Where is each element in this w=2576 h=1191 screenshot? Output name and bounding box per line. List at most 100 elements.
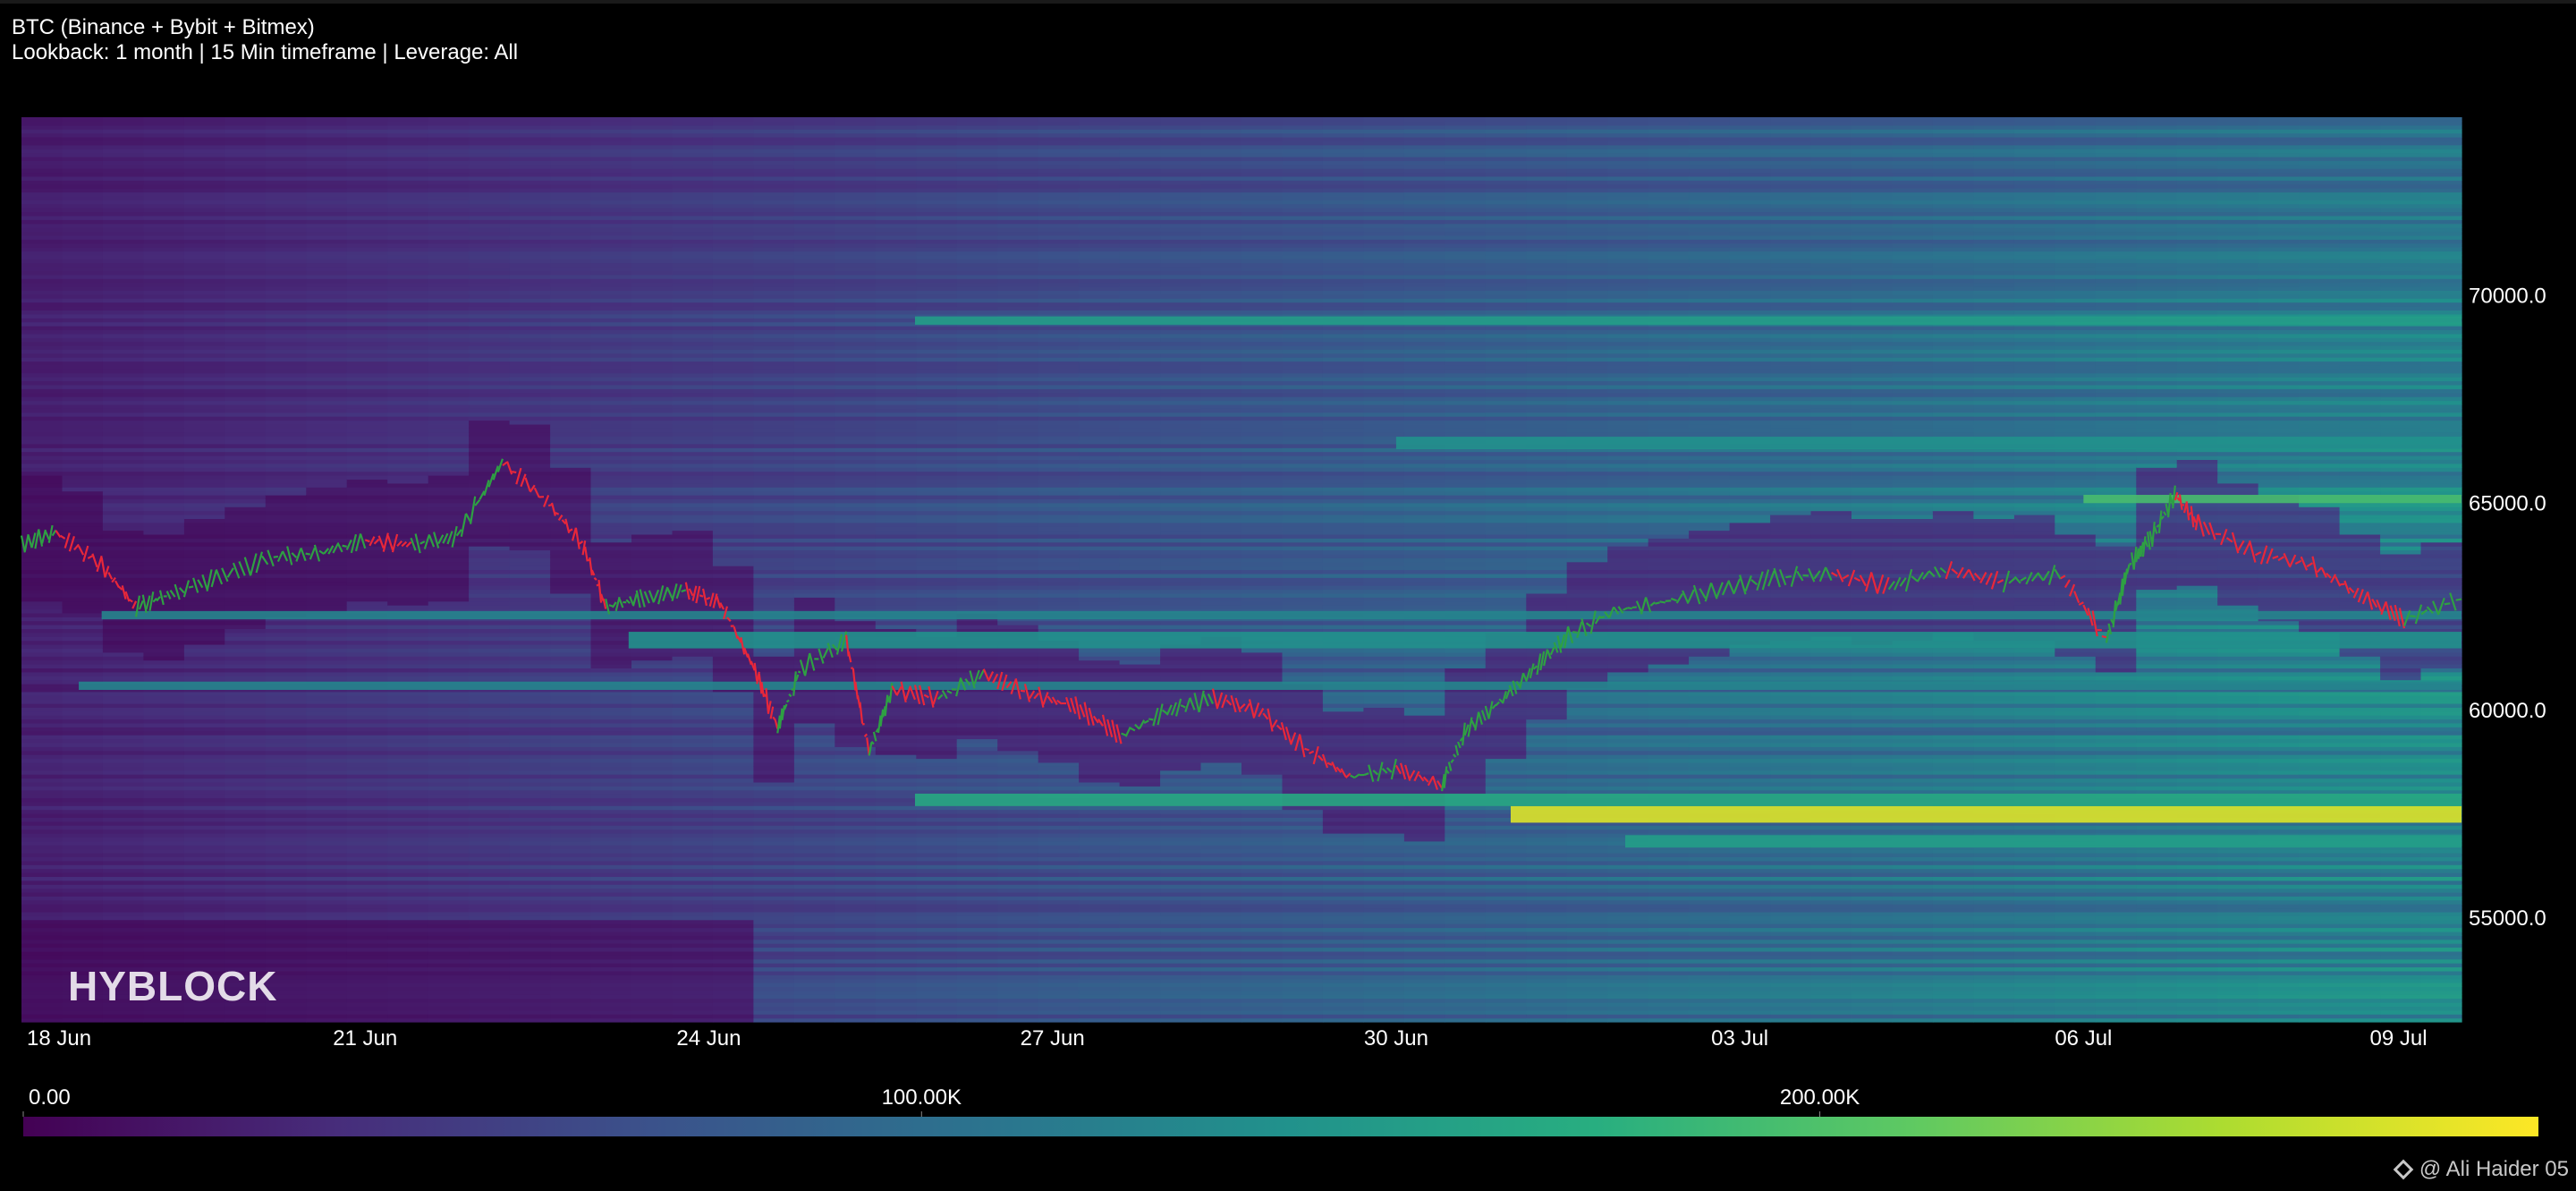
heatmap-cell xyxy=(835,605,876,609)
heatmap-cell xyxy=(225,869,266,873)
heatmap-cell xyxy=(266,227,307,232)
heatmap-cell xyxy=(835,928,876,932)
heatmap-cell xyxy=(631,188,673,192)
heatmap-cell xyxy=(184,318,225,322)
heatmap-cell xyxy=(469,542,510,547)
heatmap-cell xyxy=(713,892,754,897)
heatmap-cell xyxy=(21,597,63,601)
heatmap-cell xyxy=(184,298,225,302)
heatmap-cell xyxy=(347,900,388,905)
heatmap-cell xyxy=(387,932,428,936)
heatmap-cell xyxy=(428,601,470,606)
heatmap-cell xyxy=(306,915,347,920)
heatmap-cell xyxy=(835,145,876,149)
heatmap-cell xyxy=(387,562,428,566)
heatmap-cell xyxy=(469,664,510,668)
heatmap-cell xyxy=(63,955,104,959)
heatmap-cell xyxy=(510,557,551,562)
heatmap-cell xyxy=(469,590,510,594)
heatmap-cell xyxy=(387,849,428,854)
heatmap-cell xyxy=(21,1010,63,1015)
heatmap-cell xyxy=(876,550,917,555)
heatmap-cell xyxy=(103,117,144,122)
heatmap-cell xyxy=(103,778,144,783)
liquidation-heatmap-chart[interactable]: 70000.065000.060000.055000.0 18 Jun 21 Ju… xyxy=(0,0,2576,1191)
heatmap-cell xyxy=(753,310,794,314)
heatmap-cell xyxy=(184,900,225,905)
heatmap-cell xyxy=(469,577,510,582)
heatmap-cell xyxy=(184,621,225,625)
heatmap-cell xyxy=(713,943,754,948)
heatmap-cell xyxy=(753,546,794,550)
heatmap-cell xyxy=(753,216,794,220)
heatmap-cell xyxy=(753,157,794,161)
heatmap-cell xyxy=(673,1006,714,1010)
heatmap-cell xyxy=(631,849,673,854)
heatmap-cell xyxy=(673,424,714,429)
heatmap-cell xyxy=(550,369,591,373)
heatmap-cell xyxy=(673,416,714,421)
heatmap-cell xyxy=(631,531,673,535)
heatmap-cell xyxy=(143,455,184,460)
heatmap-cell xyxy=(225,160,266,165)
heatmap-cell xyxy=(550,813,591,818)
heatmap-cell xyxy=(21,652,63,657)
heatmap-cell xyxy=(835,562,876,566)
heatmap-cell xyxy=(143,286,184,291)
heatmap-cell xyxy=(21,672,63,676)
heatmap-cell xyxy=(469,388,510,393)
heatmap-cell xyxy=(184,668,225,672)
heatmap-cell xyxy=(184,247,225,251)
heatmap-cell xyxy=(63,707,104,711)
heatmap-cell xyxy=(184,357,225,362)
heatmap-cell xyxy=(753,459,794,464)
heatmap-cell xyxy=(794,727,835,731)
heatmap-cell xyxy=(428,908,470,913)
heatmap-cell xyxy=(713,212,754,217)
heatmap-cell xyxy=(673,180,714,184)
heatmap-cell xyxy=(306,695,347,700)
heatmap-cell xyxy=(184,184,225,189)
heatmap-cell xyxy=(469,786,510,790)
heatmap-cell xyxy=(266,1014,307,1018)
heatmap-cell xyxy=(713,707,754,711)
heatmap-cell xyxy=(143,467,184,472)
heatmap-cell xyxy=(794,408,835,413)
heatmap-cell xyxy=(21,479,63,483)
heatmap-cell xyxy=(266,861,307,865)
heatmap-cell xyxy=(876,393,917,397)
heatmap-cell xyxy=(21,585,63,590)
heatmap-cell xyxy=(713,385,754,389)
heatmap-cell xyxy=(225,593,266,598)
heatmap-cell xyxy=(347,636,388,641)
heatmap-cell xyxy=(143,396,184,401)
heatmap-cell xyxy=(63,876,104,880)
heatmap-cell xyxy=(143,326,184,330)
heatmap-cell xyxy=(713,986,754,991)
heatmap-cell xyxy=(753,168,794,173)
heatmap-cell xyxy=(713,149,754,153)
heatmap-cell xyxy=(550,479,591,483)
heatmap-cell xyxy=(753,923,794,928)
heatmap-cell xyxy=(63,711,104,716)
heatmap-cell xyxy=(673,751,714,755)
heatmap-cell xyxy=(428,125,470,130)
heatmap-cell xyxy=(673,719,714,724)
heatmap-cell xyxy=(143,357,184,362)
heatmap-cell xyxy=(753,896,794,900)
heatmap-cell xyxy=(835,1018,876,1023)
heatmap-cell xyxy=(63,464,104,468)
heatmap-cell xyxy=(103,542,144,547)
heatmap-cell xyxy=(347,735,388,739)
heatmap-cell xyxy=(225,475,266,480)
heatmap-cell xyxy=(673,523,714,527)
heatmap-cell xyxy=(469,759,510,763)
heatmap-cell xyxy=(510,408,551,413)
heatmap-cell xyxy=(103,849,144,854)
heatmap-cell xyxy=(103,216,144,220)
heatmap-cell xyxy=(713,439,754,444)
heatmap-cell xyxy=(63,892,104,897)
heatmap-cell xyxy=(876,523,917,527)
heatmap-cell xyxy=(347,275,388,279)
heatmap-cell xyxy=(631,825,673,829)
